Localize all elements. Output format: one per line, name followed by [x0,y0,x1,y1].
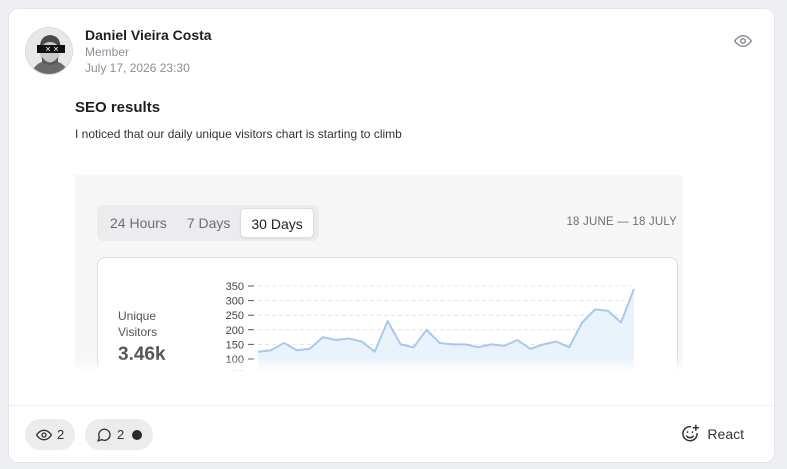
y-tick-label: 300 [226,296,244,308]
svg-text:✕: ✕ [45,46,51,54]
eye-icon [36,429,52,440]
comment-icon [97,428,111,442]
author-name[interactable]: Daniel Vieira Costa [85,27,212,43]
y-tick-label: 350 [226,281,244,293]
y-tick-label: 200 [226,325,244,337]
time-range-tabs: 24 Hours 7 Days 30 Days [97,205,319,241]
analytics-embed: 24 Hours 7 Days 30 Days 18 JUNE — 18 JUL… [75,175,683,371]
comments-pill[interactable]: 2 [85,419,154,450]
comments-count: 2 [117,427,125,442]
svg-text:✕: ✕ [53,46,59,54]
eye-icon[interactable] [734,32,752,50]
tab-30-days[interactable]: 30 Days [240,208,314,238]
react-label: React [707,426,744,442]
post-date: July 17, 2026 23:30 [85,61,190,75]
chart-card: Unique Visitors 3.46k 350300250200150100… [97,257,678,371]
views-pill[interactable]: 2 [25,419,76,450]
unread-dot [132,429,143,440]
avatar[interactable]: ✕ ✕ [25,27,73,75]
visitors-chart: 35030025020015010050 [226,281,635,371]
post-footer: 2 2 React [9,405,774,462]
date-range: 18 JUNE — 18 JULY [566,216,677,228]
y-tick-label: 250 [226,310,244,322]
views-count: 2 [57,427,65,442]
author-role: Member [85,45,130,59]
post-title: SEO results [75,99,161,116]
tab-7-days[interactable]: 7 Days [177,208,241,238]
add-reaction-icon [682,424,700,442]
y-tick-label: 150 [226,339,244,351]
post-body: I noticed that our daily unique visitors… [75,127,402,141]
embed-fade [75,357,683,371]
tab-24-hours[interactable]: 24 Hours [100,208,177,238]
post-card: ✕ ✕ Daniel Vieira Costa Member July 17, … [8,8,775,463]
react-button[interactable]: React [680,424,744,444]
